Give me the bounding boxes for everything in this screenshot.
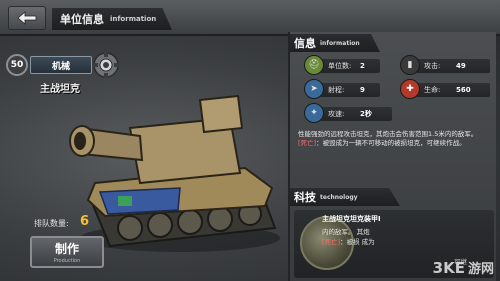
tank-image	[69, 94, 280, 252]
stat-value: 49	[456, 62, 466, 70]
tech-line: 内的敌军。 其炮	[322, 228, 370, 236]
build-button-label: 制作	[54, 242, 79, 256]
description-main: 性能强劲的远程攻击坦克，其炮击会伤害范围1.5米内的敌军。	[298, 130, 478, 138]
stat-name: 射程:	[328, 86, 345, 94]
tech-item-title: 主战坦克坦克装甲I	[322, 215, 381, 223]
queue-label: 排队数量:	[34, 219, 69, 228]
stat-name: 攻速:	[328, 110, 345, 118]
info-title-en: information	[320, 39, 360, 47]
bullets-icon: ▮	[400, 55, 420, 75]
watermark-text: 游网	[467, 262, 494, 277]
speed-icon: ✦	[304, 103, 324, 123]
page-title-cn: 单位信息	[60, 13, 104, 26]
tech-title-cn: 科技	[294, 191, 316, 204]
helmet-icon: ⛑	[304, 55, 324, 75]
stat-unit-count: ⛑ 单位数: 2	[304, 55, 380, 75]
build-button-sub: Production	[53, 258, 81, 264]
info-section-header: 信息 information	[290, 34, 380, 52]
watermark-logo: 3KE	[432, 258, 465, 277]
top-bar: 单位信息 information	[0, 0, 500, 36]
back-arrow-icon	[17, 11, 37, 25]
page-title-en: information	[110, 15, 157, 23]
build-button[interactable]: 制作 Production	[30, 236, 104, 268]
info-panel: 信息 information ⛑ 单位数: 2 ▮ 攻击: 49 ➤ 射程: 9…	[288, 32, 496, 281]
back-button[interactable]	[8, 6, 46, 30]
level-badge: 50	[6, 54, 28, 76]
stat-health: ✚ 生命: 560	[400, 79, 490, 99]
unit-type-bar: 机械	[30, 56, 92, 74]
stat-attack: ▮ 攻击: 49	[400, 55, 490, 75]
stat-range: ➤ 射程: 9	[304, 79, 380, 99]
range-icon: ➤	[304, 79, 324, 99]
tech-line: [死亡]：被损 成为	[322, 236, 375, 246]
queue-value: 6	[80, 214, 90, 229]
tech-section-header: 科技 technology	[290, 188, 400, 206]
description-tag-text: ：被毁成为一辆不可移动的被损坦克，可继续作战。	[316, 139, 466, 147]
stat-value: 560	[456, 86, 471, 94]
watermark: 3KE 游网	[432, 258, 494, 278]
stat-name: 攻击:	[424, 62, 441, 70]
tech-tag: [死亡]	[322, 238, 341, 246]
info-title-cn: 信息	[294, 37, 316, 50]
unit-description: 性能强劲的远程攻击坦克，其炮击会伤害范围1.5米内的敌军。 [死亡]：被毁成为一…	[298, 130, 492, 148]
stat-value: 2	[360, 62, 365, 70]
stat-value: 9	[360, 86, 365, 94]
tech-title-en: technology	[320, 193, 358, 201]
health-icon: ✚	[400, 79, 420, 99]
stat-value: 2秒	[360, 110, 372, 118]
page-title: 单位信息 information	[52, 8, 172, 30]
gear-icon[interactable]	[92, 51, 120, 79]
stat-attack-speed: ✦ 攻速: 2秒	[304, 103, 392, 123]
description-tag: [死亡]	[298, 139, 317, 147]
tech-line-text: ：被损 成为	[340, 238, 375, 246]
stat-name: 单位数:	[328, 62, 352, 70]
stat-name: 生命:	[424, 86, 441, 94]
